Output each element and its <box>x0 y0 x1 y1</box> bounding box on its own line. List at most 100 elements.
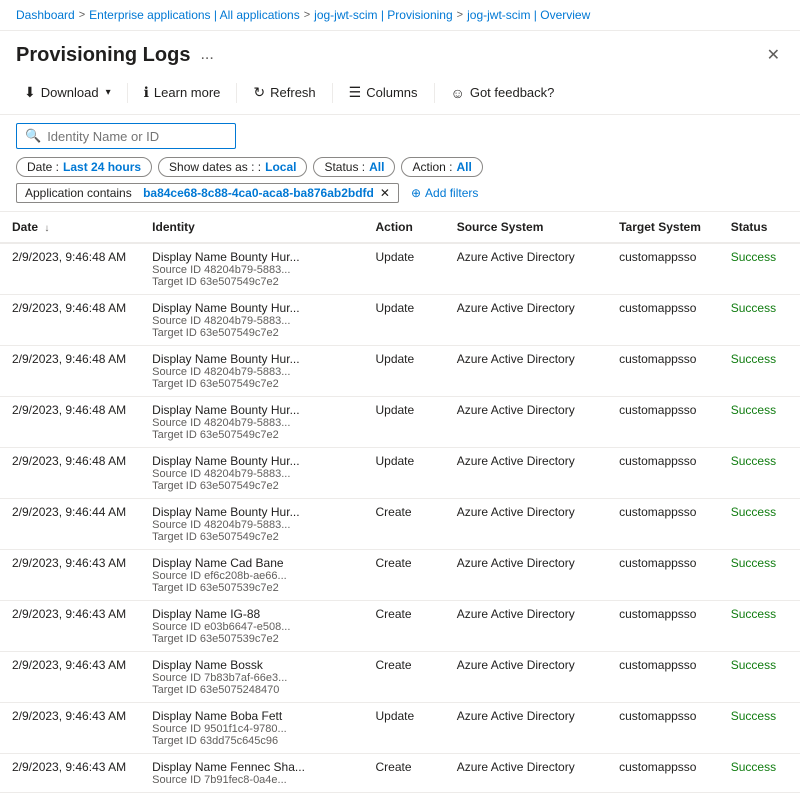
table-row[interactable]: 2/9/2023, 9:46:48 AM Display Name Bounty… <box>0 295 800 346</box>
cell-source-6: Azure Active Directory <box>445 550 607 601</box>
action-filter-value: All <box>457 160 472 174</box>
cell-identity-7: Display Name IG-88 Source ID e03b6647-e5… <box>140 601 363 652</box>
toolbar-separator-1 <box>127 83 128 103</box>
cell-identity-3: Display Name Bounty Hur... Source ID 482… <box>140 397 363 448</box>
source-col-label: Source System <box>457 220 544 234</box>
identity-source-id-0: Source ID 48204b79-5883... <box>152 264 351 276</box>
learn-more-button[interactable]: ℹ Learn more <box>136 79 229 106</box>
page-title: Provisioning Logs <box>16 44 190 67</box>
cell-status-6: Success <box>719 550 800 601</box>
cell-date-5: 2/9/2023, 9:46:44 AM <box>0 499 140 550</box>
show-dates-filter-chip[interactable]: Show dates as : : Local <box>158 157 307 177</box>
add-filters-icon: ⊕ <box>411 186 421 200</box>
breadcrumb-sep-3: > <box>457 9 463 21</box>
cell-status-3: Success <box>719 397 800 448</box>
table-row[interactable]: 2/9/2023, 9:46:43 AM Display Name Cad Ba… <box>0 550 800 601</box>
action-filter-label: Action : <box>412 160 452 174</box>
col-header-action[interactable]: Action <box>363 212 444 243</box>
identity-source-id-3: Source ID 48204b79-5883... <box>152 417 351 429</box>
table-header-row: Date ↓ Identity Action Source System Tar… <box>0 212 800 243</box>
identity-display-name-3: Display Name Bounty Hur... <box>152 403 351 417</box>
header-ellipsis-button[interactable]: ... <box>200 46 213 64</box>
col-header-status[interactable]: Status <box>719 212 800 243</box>
cell-source-0: Azure Active Directory <box>445 243 607 295</box>
cell-identity-6: Display Name Cad Bane Source ID ef6c208b… <box>140 550 363 601</box>
table-row[interactable]: 2/9/2023, 9:46:43 AM Display Name Boba F… <box>0 703 800 754</box>
cell-target-8: customappsso <box>607 652 719 703</box>
table-row[interactable]: 2/9/2023, 9:46:44 AM Display Name Bounty… <box>0 499 800 550</box>
status-filter-chip[interactable]: Status : All <box>313 157 395 177</box>
search-input[interactable] <box>47 129 227 144</box>
identity-target-id-4: Target ID 63e507549c7e2 <box>152 480 351 492</box>
cell-action-0: Update <box>363 243 444 295</box>
provisioning-logs-table: Date ↓ Identity Action Source System Tar… <box>0 212 800 793</box>
table-row[interactable]: 2/9/2023, 9:46:43 AM Display Name IG-88 … <box>0 601 800 652</box>
identity-target-id-1: Target ID 63e507549c7e2 <box>152 327 351 339</box>
table-row[interactable]: 2/9/2023, 9:46:48 AM Display Name Bounty… <box>0 448 800 499</box>
col-header-date[interactable]: Date ↓ <box>0 212 140 243</box>
identity-source-id-1: Source ID 48204b79-5883... <box>152 315 351 327</box>
date-filter-chip[interactable]: Date : Last 24 hours <box>16 157 152 177</box>
target-col-label: Target System <box>619 220 701 234</box>
app-filter-close-icon[interactable]: ✕ <box>380 186 390 200</box>
cell-action-6: Create <box>363 550 444 601</box>
breadcrumb-dashboard[interactable]: Dashboard <box>16 8 75 22</box>
download-chevron-icon: ▾ <box>106 87 111 98</box>
breadcrumb-provisioning[interactable]: jog-jwt-scim | Provisioning <box>314 8 453 22</box>
identity-source-id-10: Source ID 7b91fec8-0a4e... <box>152 774 351 786</box>
add-filters-button[interactable]: ⊕ Add filters <box>405 184 484 202</box>
table-row[interactable]: 2/9/2023, 9:46:43 AM Display Name Fennec… <box>0 754 800 793</box>
identity-col-label: Identity <box>152 220 195 234</box>
sort-icon: ↓ <box>44 223 49 234</box>
feedback-label: Got feedback? <box>470 85 555 100</box>
table-row[interactable]: 2/9/2023, 9:46:48 AM Display Name Bounty… <box>0 346 800 397</box>
cell-target-0: customappsso <box>607 243 719 295</box>
table-row[interactable]: 2/9/2023, 9:46:43 AM Display Name Bossk … <box>0 652 800 703</box>
col-header-target[interactable]: Target System <box>607 212 719 243</box>
col-header-identity[interactable]: Identity <box>140 212 363 243</box>
download-button[interactable]: ⬇ Download ▾ <box>16 79 119 106</box>
cell-action-5: Create <box>363 499 444 550</box>
cell-status-2: Success <box>719 346 800 397</box>
cell-source-9: Azure Active Directory <box>445 703 607 754</box>
table-row[interactable]: 2/9/2023, 9:46:48 AM Display Name Bounty… <box>0 243 800 295</box>
identity-target-id-5: Target ID 63e507549c7e2 <box>152 531 351 543</box>
cell-action-1: Update <box>363 295 444 346</box>
cell-target-4: customappsso <box>607 448 719 499</box>
action-col-label: Action <box>375 220 412 234</box>
identity-source-id-8: Source ID 7b83b7af-66e3... <box>152 672 351 684</box>
status-col-label: Status <box>731 220 768 234</box>
toolbar-separator-2 <box>236 83 237 103</box>
cell-action-3: Update <box>363 397 444 448</box>
breadcrumb-overview[interactable]: jog-jwt-scim | Overview <box>467 8 590 22</box>
identity-target-id-9: Target ID 63dd75c645c96 <box>152 735 351 747</box>
cell-target-10: customappsso <box>607 754 719 793</box>
close-button[interactable]: ✕ <box>763 41 784 69</box>
identity-target-id-7: Target ID 63e507539c7e2 <box>152 633 351 645</box>
app-filter-prefix: Application contains <box>25 186 132 200</box>
col-header-source[interactable]: Source System <box>445 212 607 243</box>
action-filter-chip[interactable]: Action : All <box>401 157 482 177</box>
feedback-button[interactable]: ☺ Got feedback? <box>443 80 563 106</box>
identity-source-id-5: Source ID 48204b79-5883... <box>152 519 351 531</box>
breadcrumb-sep-2: > <box>304 9 310 21</box>
identity-display-name-10: Display Name Fennec Sha... <box>152 760 351 774</box>
cell-action-4: Update <box>363 448 444 499</box>
date-filter-label: Date : <box>27 160 59 174</box>
cell-date-4: 2/9/2023, 9:46:48 AM <box>0 448 140 499</box>
cell-target-2: customappsso <box>607 346 719 397</box>
refresh-button[interactable]: ↻ Refresh <box>245 79 323 106</box>
cell-identity-1: Display Name Bounty Hur... Source ID 482… <box>140 295 363 346</box>
toolbar-separator-3 <box>332 83 333 103</box>
columns-button[interactable]: ☰ Columns <box>341 79 426 106</box>
cell-target-1: customappsso <box>607 295 719 346</box>
identity-display-name-2: Display Name Bounty Hur... <box>152 352 351 366</box>
feedback-icon: ☺ <box>451 85 465 101</box>
search-box[interactable]: 🔍 <box>16 123 236 149</box>
cell-identity-2: Display Name Bounty Hur... Source ID 482… <box>140 346 363 397</box>
table-row[interactable]: 2/9/2023, 9:46:48 AM Display Name Bounty… <box>0 397 800 448</box>
cell-date-6: 2/9/2023, 9:46:43 AM <box>0 550 140 601</box>
show-dates-value: Local <box>265 160 296 174</box>
add-filters-label: Add filters <box>425 186 478 200</box>
breadcrumb-enterprise-apps[interactable]: Enterprise applications | All applicatio… <box>89 8 300 22</box>
